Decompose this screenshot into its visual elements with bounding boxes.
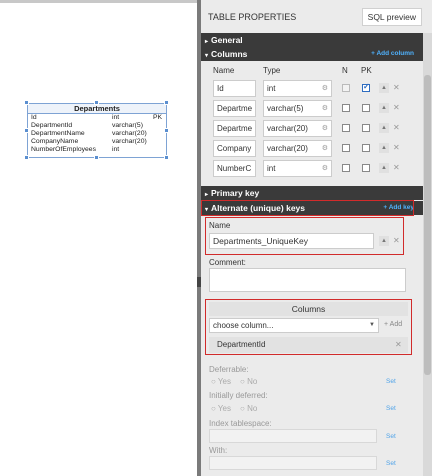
index-tablespace-set-link[interactable]: Set bbox=[386, 433, 396, 440]
gear-icon[interactable]: ⚙ bbox=[322, 161, 328, 176]
comment-textarea[interactable] bbox=[209, 268, 406, 292]
with-label: With: bbox=[209, 446, 228, 455]
scrollbar-thumb[interactable] bbox=[424, 75, 431, 375]
comment-label: Comment: bbox=[209, 258, 246, 267]
gear-icon[interactable]: ⚙ bbox=[322, 121, 328, 136]
move-up-icon[interactable]: ▲ bbox=[379, 163, 389, 173]
entity-departments[interactable]: Departments Id int PK DepartmentId varch… bbox=[27, 103, 167, 158]
gear-icon[interactable]: ⚙ bbox=[322, 141, 328, 156]
pk-checkbox[interactable] bbox=[362, 164, 370, 172]
panel-title: TABLE PROPERTIES bbox=[208, 11, 297, 22]
pk-checkbox[interactable] bbox=[362, 82, 370, 92]
column-row: Company varchar(20) ⚙ ▲ ✕ bbox=[201, 140, 423, 160]
add-key-column-button[interactable]: + Add bbox=[384, 321, 402, 328]
entity-row: DepartmentName varchar(20) bbox=[31, 130, 147, 137]
delete-icon[interactable]: ✕ bbox=[393, 83, 400, 92]
delete-icon[interactable]: ✕ bbox=[393, 143, 400, 152]
entity-row: DepartmentId varchar(5) bbox=[31, 122, 143, 129]
section-general[interactable]: ▸ General bbox=[201, 33, 423, 47]
highlight-alternate-keys bbox=[201, 200, 414, 216]
chevron-down-icon: ▼ bbox=[369, 322, 375, 328]
resize-handle-w[interactable] bbox=[24, 128, 29, 133]
pk-checkbox[interactable] bbox=[362, 144, 370, 152]
deferrable-set-link[interactable]: Set bbox=[386, 378, 396, 385]
delete-icon[interactable]: ✕ bbox=[393, 163, 400, 172]
initially-deferred-yes-radio[interactable]: ○ Yes bbox=[211, 404, 231, 413]
gear-icon[interactable]: ⚙ bbox=[322, 101, 328, 116]
move-up-icon[interactable]: ▲ bbox=[379, 143, 389, 153]
index-tablespace-input[interactable] bbox=[209, 429, 377, 443]
nullable-checkbox[interactable] bbox=[342, 124, 350, 132]
nullable-checkbox[interactable] bbox=[342, 164, 350, 172]
column-name-input[interactable]: Company bbox=[213, 140, 256, 157]
resize-handle-ne[interactable] bbox=[164, 100, 169, 105]
add-column-link[interactable]: + Add column bbox=[371, 47, 414, 61]
column-type-input[interactable]: int ⚙ bbox=[263, 80, 332, 97]
columns-table: Name Type N PK Id int⚙ ▲ ✕ Departme varc… bbox=[201, 61, 423, 185]
initially-deferred-label: Initially deferred: bbox=[209, 391, 268, 400]
column-row: Departme varchar(5) ⚙ ▲ ✕ bbox=[201, 100, 423, 120]
col-header-name: Name bbox=[213, 66, 235, 75]
initially-deferred-set-link[interactable]: Set bbox=[386, 405, 396, 412]
deferrable-yes-radio[interactable]: ○ Yes bbox=[211, 377, 231, 386]
column-type-input[interactable]: varchar(5) ⚙ bbox=[263, 100, 332, 117]
section-primary-key[interactable]: ▸ Primary key bbox=[201, 186, 423, 200]
with-set-link[interactable]: Set bbox=[386, 460, 396, 467]
col-header-n: N bbox=[342, 66, 348, 75]
resize-handle-s[interactable] bbox=[94, 155, 99, 160]
key-column-item: DepartmentId bbox=[209, 337, 408, 353]
table-properties-panel: TABLE PROPERTIES SQL preview ▸ General ▾ C… bbox=[201, 0, 432, 476]
pk-checkbox[interactable] bbox=[362, 104, 370, 112]
delete-icon[interactable]: ✕ bbox=[393, 103, 400, 112]
resize-handle-e[interactable] bbox=[164, 128, 169, 133]
key-name-label: Name bbox=[209, 221, 231, 230]
section-columns[interactable]: ▾ Columns + Add column bbox=[201, 47, 423, 61]
column-row: NumberC int ⚙ ▲ ✕ bbox=[201, 160, 423, 180]
move-up-icon[interactable]: ▲ bbox=[379, 236, 389, 246]
entity-row: NumberOfEmployees int bbox=[31, 146, 120, 153]
key-columns-header: Columns bbox=[209, 302, 408, 316]
column-name-input[interactable]: Departme bbox=[213, 120, 256, 137]
gear-icon[interactable]: ⚙ bbox=[322, 81, 328, 96]
col-header-type: Type bbox=[263, 66, 281, 75]
deferrable-label: Deferrable: bbox=[209, 365, 249, 374]
resize-handle-se[interactable] bbox=[164, 155, 169, 160]
column-type-input[interactable]: int ⚙ bbox=[263, 160, 332, 177]
entity-title: Departments bbox=[28, 104, 166, 114]
resize-handle-nw[interactable] bbox=[24, 100, 29, 105]
entity-row: Id int PK bbox=[31, 114, 163, 121]
index-tablespace-label: Index tablespace: bbox=[209, 419, 272, 428]
key-name-input[interactable]: Departments_UniqueKey bbox=[209, 233, 374, 249]
with-input[interactable] bbox=[209, 456, 377, 470]
resize-handle-sw[interactable] bbox=[24, 155, 29, 160]
move-up-icon[interactable]: ▲ bbox=[379, 103, 389, 113]
nullable-checkbox[interactable] bbox=[342, 84, 350, 92]
column-type-input[interactable]: varchar(20) ⚙ bbox=[263, 120, 332, 137]
nullable-checkbox[interactable] bbox=[342, 144, 350, 152]
sql-preview-button[interactable]: SQL preview bbox=[361, 7, 422, 26]
col-header-pk: PK bbox=[361, 66, 372, 75]
column-name-input[interactable]: NumberC bbox=[213, 160, 256, 177]
remove-key-column-icon[interactable]: ✕ bbox=[395, 340, 402, 349]
delete-key-icon[interactable]: ✕ bbox=[393, 236, 400, 245]
panel-header: TABLE PROPERTIES SQL preview bbox=[201, 0, 432, 33]
column-name-input[interactable]: Departme bbox=[213, 100, 256, 117]
column-row: Id int⚙ ▲ ✕ bbox=[201, 80, 423, 100]
move-up-icon[interactable]: ▲ bbox=[379, 83, 389, 93]
delete-icon[interactable]: ✕ bbox=[393, 123, 400, 132]
deferrable-no-radio[interactable]: ○ No bbox=[240, 377, 257, 386]
column-name-input[interactable]: Id bbox=[213, 80, 256, 97]
column-type-input[interactable]: varchar(20) ⚙ bbox=[263, 140, 332, 157]
move-up-icon[interactable]: ▲ bbox=[379, 123, 389, 133]
resize-handle-n[interactable] bbox=[94, 100, 99, 105]
column-row: Departme varchar(20) ⚙ ▲ ✕ bbox=[201, 120, 423, 140]
diagram-canvas[interactable]: Departments Id int PK DepartmentId varch… bbox=[0, 0, 197, 476]
pk-checkbox[interactable] bbox=[362, 124, 370, 132]
nullable-checkbox[interactable] bbox=[342, 104, 350, 112]
choose-column-select[interactable]: choose column... ▼ bbox=[209, 318, 379, 333]
entity-row: CompanyName varchar(20) bbox=[31, 138, 147, 145]
initially-deferred-no-radio[interactable]: ○ No bbox=[240, 404, 257, 413]
